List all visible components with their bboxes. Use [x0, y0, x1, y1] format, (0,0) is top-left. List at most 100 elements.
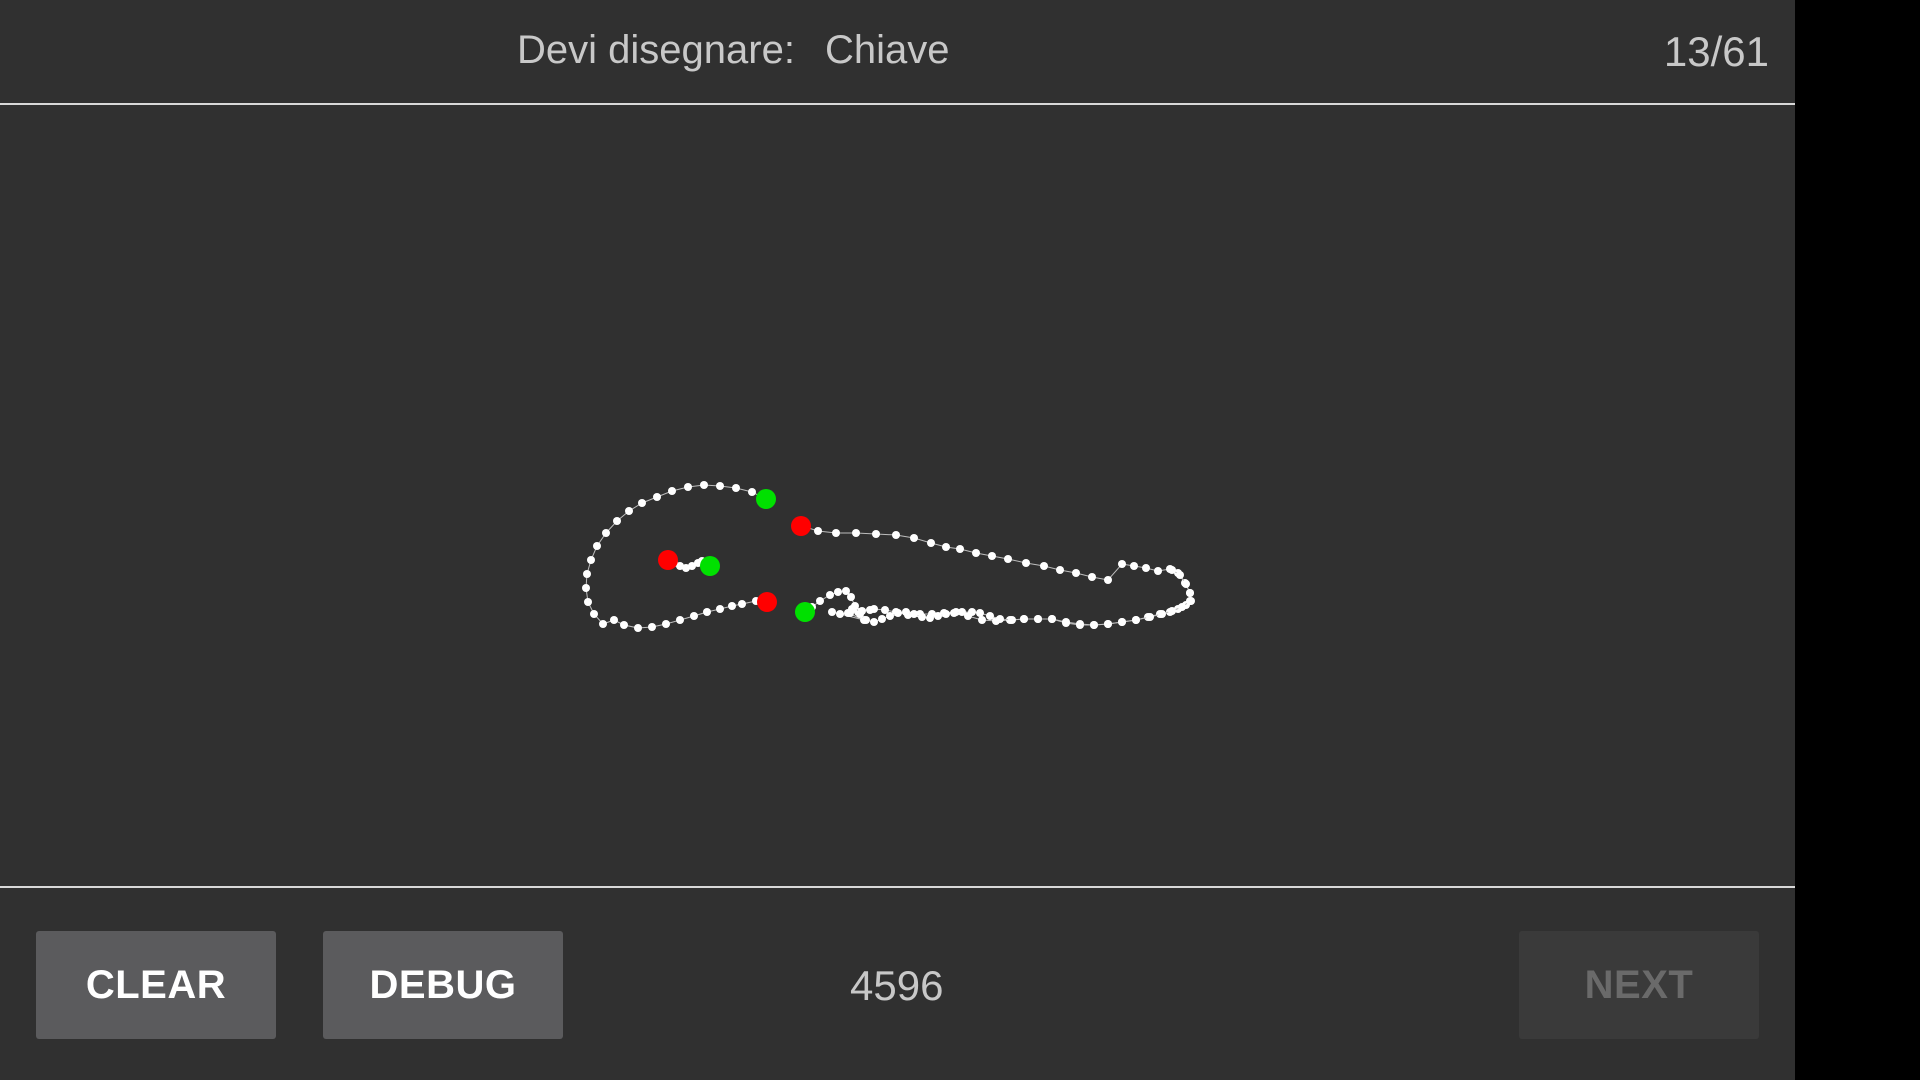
stroke-point	[1132, 616, 1140, 624]
stroke-point	[587, 556, 595, 564]
stroke-point	[856, 610, 864, 618]
stroke-point	[814, 527, 822, 535]
stroke-point	[852, 529, 860, 537]
stroke-point	[1168, 566, 1176, 574]
stroke-point	[582, 584, 590, 592]
stroke-point	[834, 588, 842, 596]
stroke-point	[862, 616, 870, 624]
stroke-point	[703, 608, 711, 616]
stroke-point	[602, 529, 610, 537]
stroke-point	[816, 597, 824, 605]
debug-button[interactable]: DEBUG	[323, 931, 563, 1039]
stroke-start-marker	[756, 489, 776, 509]
stroke-end-marker	[791, 516, 811, 536]
stroke-point	[927, 539, 935, 547]
stroke-point	[996, 615, 1004, 623]
stroke-point	[978, 616, 986, 624]
stroke-point	[1154, 567, 1162, 575]
clear-button[interactable]: CLEAR	[36, 931, 276, 1039]
stroke-point	[894, 609, 902, 617]
stroke-point	[950, 609, 958, 617]
stroke-point	[870, 618, 878, 626]
stroke-point	[1062, 618, 1070, 626]
stroke-point	[634, 624, 642, 632]
stroke-point	[653, 493, 661, 501]
stroke-point	[1178, 603, 1186, 611]
prompt-label: Devi disegnare:	[517, 28, 795, 72]
stroke-point	[593, 542, 601, 550]
stroke-point	[976, 609, 984, 617]
score-value: 4596	[850, 962, 944, 1009]
stroke-point	[828, 608, 836, 616]
stroke-point	[620, 621, 628, 629]
stroke-point	[728, 602, 736, 610]
stroke-point	[1118, 618, 1126, 626]
target-word: Chiave	[824, 28, 950, 72]
footer-bar: CLEAR DEBUG 4596 NEXT	[0, 886, 1795, 1080]
stroke-point	[1076, 620, 1084, 628]
stroke-point	[584, 598, 592, 606]
stroke-point	[910, 534, 918, 542]
stroke-point	[590, 610, 598, 618]
stroke-point	[942, 610, 950, 618]
stroke-point	[662, 620, 670, 628]
next-button[interactable]: NEXT	[1519, 931, 1759, 1039]
stroke-point	[1104, 620, 1112, 628]
stroke-point	[716, 482, 724, 490]
stroke-point	[1090, 621, 1098, 629]
drawing-prompt: Devi disegnare: Chiave	[517, 28, 949, 73]
stroke-point	[918, 613, 926, 621]
stroke-point	[1008, 616, 1016, 624]
stroke-point	[748, 488, 756, 496]
stroke-point	[1072, 569, 1080, 577]
stroke-point	[700, 481, 708, 489]
stroke-point	[1020, 615, 1028, 623]
progress-counter: 13/61	[1663, 28, 1769, 75]
stroke-point	[1182, 580, 1190, 588]
stroke-point	[1034, 615, 1042, 623]
stroke-point	[668, 487, 676, 495]
stroke-point	[851, 602, 859, 610]
stroke-point	[826, 591, 834, 599]
stroke-point	[886, 612, 894, 620]
stroke-point	[1056, 566, 1064, 574]
stroke-point	[1168, 607, 1176, 615]
stroke-point	[1022, 559, 1030, 567]
stroke-point	[613, 517, 621, 525]
stroke-point	[1104, 576, 1112, 584]
stroke-end-marker	[658, 550, 678, 570]
stroke-point	[968, 608, 976, 616]
stroke-point	[1048, 615, 1056, 623]
stroke-point	[583, 570, 591, 578]
stroke-point	[1088, 573, 1096, 581]
stroke-point	[972, 549, 980, 557]
stroke-point	[910, 610, 918, 618]
stroke-point	[610, 616, 618, 624]
stroke-point	[1158, 610, 1166, 618]
stroke-point	[958, 608, 966, 616]
stroke-point	[926, 614, 934, 622]
stroke-point	[942, 543, 950, 551]
stroke-point	[1186, 597, 1194, 605]
stroke-point	[676, 616, 684, 624]
stroke-point	[1130, 562, 1138, 570]
stroke-point	[866, 606, 874, 614]
stroke-point	[1186, 589, 1194, 597]
stroke-point	[625, 507, 633, 515]
stroke-end-marker	[757, 592, 777, 612]
drawing-canvas[interactable]	[0, 105, 1795, 886]
stroke-point	[847, 593, 855, 601]
stroke-point	[638, 499, 646, 507]
stroke-point	[599, 620, 607, 628]
stroke-point	[902, 608, 910, 616]
stroke-point	[956, 545, 964, 553]
stroke-point	[1142, 564, 1150, 572]
drawing-surface[interactable]	[0, 105, 1795, 886]
stroke-point	[684, 483, 692, 491]
stroke-point	[716, 605, 724, 613]
stroke-point	[832, 529, 840, 537]
stroke-point	[648, 623, 656, 631]
stroke-point	[1146, 613, 1154, 621]
app-screen: Devi disegnare: Chiave 13/61 CLEAR DEBUG …	[0, 0, 1795, 1080]
stroke-point	[732, 484, 740, 492]
